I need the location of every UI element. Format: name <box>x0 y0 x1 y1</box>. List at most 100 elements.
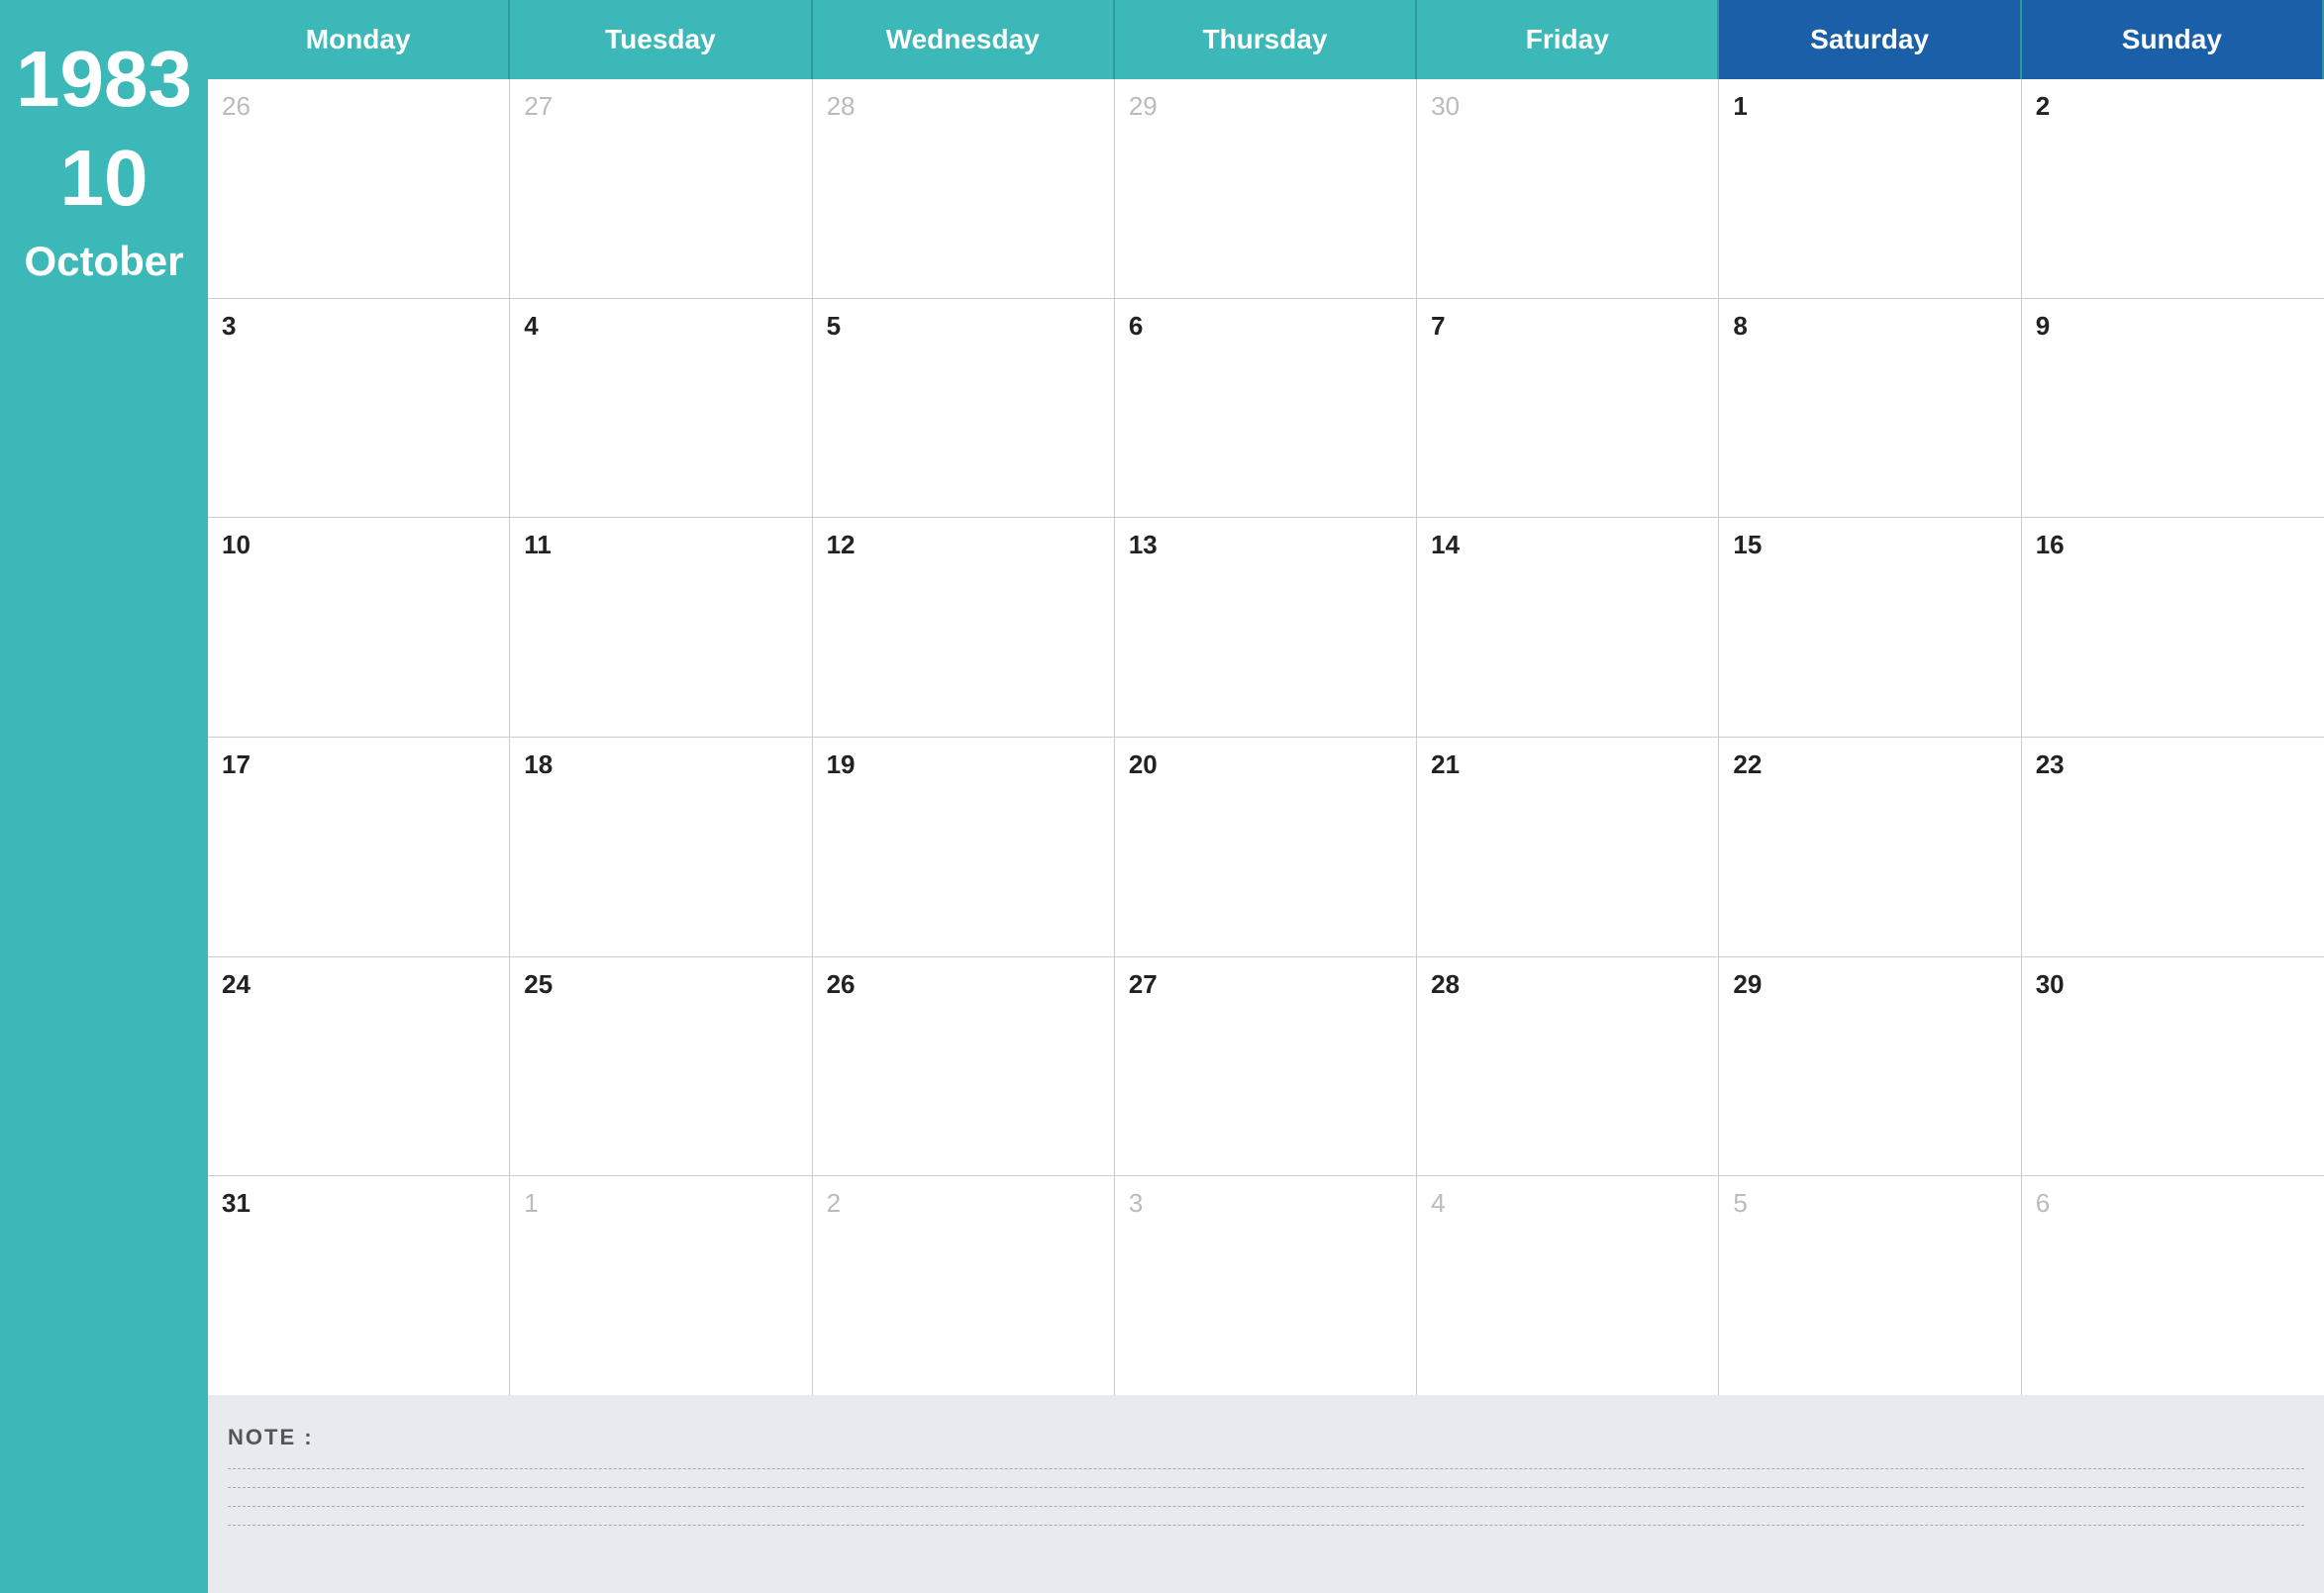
day-number: 27 <box>1129 969 1158 999</box>
header-friday: Friday <box>1417 0 1719 79</box>
day-number: 19 <box>827 749 856 779</box>
day-cell[interactable]: 29 <box>1719 957 2021 1176</box>
day-number: 4 <box>1431 1188 1445 1218</box>
month-name-label: October <box>24 238 183 285</box>
day-cell[interactable]: 6 <box>1115 299 1417 518</box>
day-cell[interactable]: 15 <box>1719 518 2021 737</box>
day-cell[interactable]: 12 <box>813 518 1115 737</box>
week-row-6: 31 1 2 3 4 56 <box>208 1176 2324 1395</box>
day-cell[interactable]: 21 <box>1417 738 1719 956</box>
note-line-1 <box>228 1468 2304 1469</box>
day-cell[interactable]: 5 <box>813 299 1115 518</box>
day-number: 4 <box>524 311 538 341</box>
day-cell[interactable]: 20 <box>1115 738 1417 956</box>
day-cell[interactable]: 17 <box>208 738 510 956</box>
day-number: 13 <box>1129 530 1158 559</box>
day-cell[interactable]: 8 <box>1719 299 2021 518</box>
day-number: 28 <box>1431 969 1460 999</box>
day-cell[interactable]: 24 <box>208 957 510 1176</box>
day-cell[interactable]: 22 <box>1719 738 2021 956</box>
day-cell[interactable]: 3 <box>208 299 510 518</box>
day-number: 14 <box>1431 530 1460 559</box>
day-headers-row: Monday Tuesday Wednesday Thursday Friday… <box>208 0 2324 79</box>
day-number: 17 <box>222 749 251 779</box>
day-cell[interactable]: 1 <box>1719 79 2021 298</box>
day-number: 10 <box>222 530 251 559</box>
day-cell[interactable]: 1 <box>510 1176 812 1395</box>
note-line-4 <box>228 1525 2304 1526</box>
day-cell[interactable]: 2 <box>813 1176 1115 1395</box>
day-number: 6 <box>2036 1188 2050 1218</box>
week-row-2: 3 4 5 6 7 8 9 <box>208 299 2324 519</box>
day-cell[interactable]: 31 <box>208 1176 510 1395</box>
day-cell[interactable]: 14 <box>1417 518 1719 737</box>
week-row-1: 2627 28 29 30 1 2 <box>208 79 2324 299</box>
day-number: 8 <box>1733 311 1747 341</box>
day-cell[interactable]: 19 <box>813 738 1115 956</box>
day-number: 30 <box>2036 969 2065 999</box>
day-number: 5 <box>827 311 841 341</box>
header-thursday: Thursday <box>1115 0 1417 79</box>
day-number: 1 <box>524 1188 538 1218</box>
day-cell[interactable]: 28 <box>1417 957 1719 1176</box>
day-number: 22 <box>1733 749 1762 779</box>
day-cell[interactable]: 3 <box>1115 1176 1417 1395</box>
day-cell[interactable]: 18 <box>510 738 812 956</box>
day-cell[interactable]: 27 <box>1115 957 1417 1176</box>
month-number-label: 10 <box>60 139 149 218</box>
note-line-3 <box>228 1506 2304 1507</box>
day-number: 16 <box>2036 530 2065 559</box>
header-monday: Monday <box>208 0 510 79</box>
day-number: 29 <box>1733 969 1762 999</box>
day-cell[interactable]: 29 <box>1115 79 1417 298</box>
day-number: 30 <box>1431 91 1460 121</box>
note-line-2 <box>228 1487 2304 1488</box>
day-cell[interactable]: 27 <box>510 79 812 298</box>
day-number: 7 <box>1431 311 1445 341</box>
day-number: 18 <box>524 749 553 779</box>
header-tuesday: Tuesday <box>510 0 812 79</box>
day-cell[interactable]: 10 <box>208 518 510 737</box>
day-cell[interactable]: 11 <box>510 518 812 737</box>
day-number: 3 <box>1129 1188 1143 1218</box>
day-cell[interactable]: 28 <box>813 79 1115 298</box>
day-number: 23 <box>2036 749 2065 779</box>
day-cell[interactable]: 25 <box>510 957 812 1176</box>
main-content: Monday Tuesday Wednesday Thursday Friday… <box>208 0 2324 1593</box>
day-cell[interactable]: 4 <box>510 299 812 518</box>
calendar-grid: Monday Tuesday Wednesday Thursday Friday… <box>208 0 2324 1395</box>
day-number: 2 <box>827 1188 841 1218</box>
day-number: 26 <box>827 969 856 999</box>
day-number: 21 <box>1431 749 1460 779</box>
day-cell[interactable]: 2 <box>2022 79 2324 298</box>
day-cell[interactable]: 5 <box>1719 1176 2021 1395</box>
day-cell[interactable]: 13 <box>1115 518 1417 737</box>
calendar-sidebar: 1983 10 October <box>0 0 208 1593</box>
day-cell[interactable]: 30 <box>1417 79 1719 298</box>
day-cell[interactable]: 7 <box>1417 299 1719 518</box>
header-wednesday: Wednesday <box>813 0 1115 79</box>
header-saturday: Saturday <box>1719 0 2021 79</box>
day-number: 20 <box>1129 749 1158 779</box>
day-cell[interactable]: 26 <box>813 957 1115 1176</box>
week-row-5: 24 25 26 27 28 29 30 <box>208 957 2324 1177</box>
day-cell[interactable]: 16 <box>2022 518 2324 737</box>
note-label: NOTE : <box>228 1425 2304 1450</box>
day-number: 2 <box>2036 91 2050 121</box>
day-number: 3 <box>222 311 236 341</box>
day-cell[interactable]: 6 <box>2022 1176 2324 1395</box>
day-number: 6 <box>1129 311 1143 341</box>
year-label: 1983 <box>16 40 192 119</box>
day-number: 1 <box>1733 91 1747 121</box>
week-row-3: 10 1112 13 14 15 16 <box>208 518 2324 738</box>
day-cell[interactable]: 4 <box>1417 1176 1719 1395</box>
day-cell[interactable]: 30 <box>2022 957 2324 1176</box>
calendar-weeks: 2627282930123456789101112131415161718192… <box>208 79 2324 1395</box>
day-cell[interactable]: 23 <box>2022 738 2324 956</box>
notes-section: NOTE : <box>208 1395 2324 1593</box>
day-cell[interactable]: 26 <box>208 79 510 298</box>
day-number: 15 <box>1733 530 1762 559</box>
day-number: 28 <box>827 91 856 121</box>
day-cell[interactable]: 9 <box>2022 299 2324 518</box>
day-number: 25 <box>524 969 553 999</box>
